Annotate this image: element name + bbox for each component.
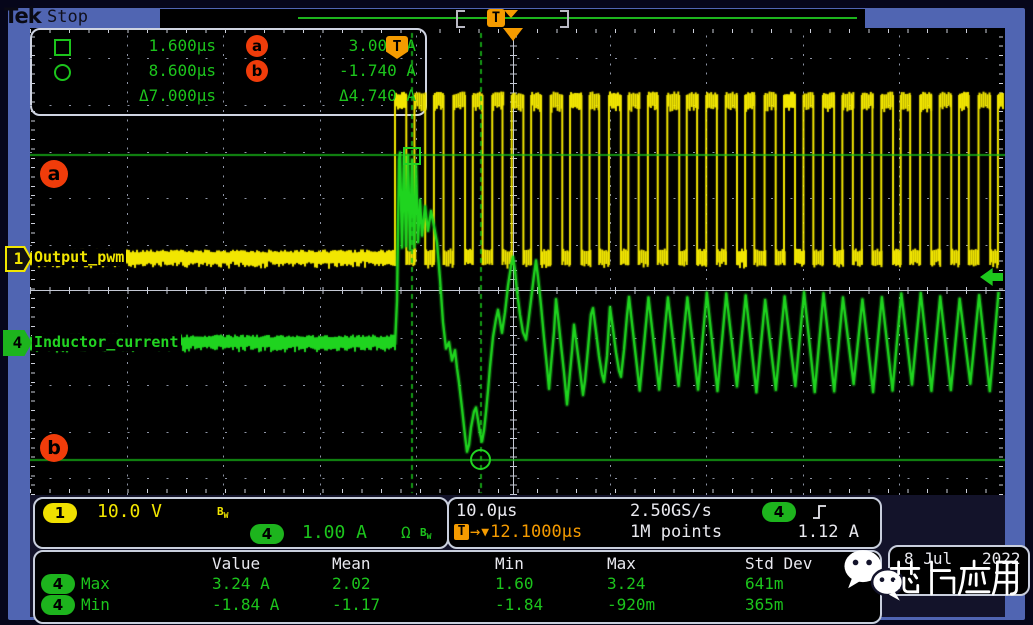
- ch1-scale-badge: 1: [43, 503, 77, 523]
- meas-value: 3.24 A: [212, 574, 279, 594]
- horizontal-trigger-readout-box: 10.0µs T → ▼ 12.1000µs 2.50GS/s 1M point…: [447, 497, 882, 549]
- meas-std: 365m: [745, 595, 812, 615]
- tek-logo: Tek: [4, 4, 41, 28]
- meas-min: 1.60: [495, 574, 543, 594]
- ch1-bw-limit-icon: BW: [217, 505, 228, 520]
- meas-min: -1.84: [495, 595, 543, 615]
- record-length: 1M points: [630, 522, 722, 542]
- cursor-ci-time: 8.600µs: [86, 61, 216, 80]
- ch1-scale: 10.0 V: [97, 501, 162, 522]
- oscilloscope-screen: Tek Stop T T a b: [0, 0, 1033, 625]
- cursor-b-badge: b: [40, 434, 68, 462]
- watermark-text-glyphs: [888, 558, 1024, 598]
- meas-name: Min: [81, 595, 110, 615]
- meas-max: 3.24: [607, 574, 655, 594]
- col-header-mean: Mean: [332, 554, 380, 574]
- timebase: 10.0µs: [456, 501, 517, 521]
- measurement-table: 4 Max 4 Min Value 3.24 A -1.84 A Mean 2.…: [33, 550, 882, 624]
- measurement-row-label: 4 Max: [41, 574, 110, 594]
- window-bracket-left: [456, 10, 465, 28]
- record-overview-waveform: [298, 17, 857, 19]
- vertical-readout-box: 1 10.0 V BW 4 1.00 A Ω BW: [33, 497, 449, 549]
- cursor-delta-value: Δ4.740 A: [264, 86, 416, 105]
- cursor-a-badge: a: [40, 160, 68, 188]
- bw-w: W: [224, 511, 229, 520]
- ch1-position-number: 1: [7, 248, 30, 270]
- delay-arrow-icon: →: [470, 522, 480, 542]
- ch4-waveform-label: Inductor_current: [32, 334, 181, 351]
- col-header-max: Max: [607, 554, 655, 574]
- meas-ch-badge: 4: [41, 574, 75, 594]
- ch1-waveform-label: Output_pwm: [32, 249, 126, 266]
- measurement-row-label: 4 Min: [41, 595, 110, 615]
- meas-mean: 2.02: [332, 574, 380, 594]
- meas-mean: -1.17: [332, 595, 380, 615]
- record-overview-strip: T: [160, 9, 865, 28]
- bw-b: B: [420, 526, 427, 539]
- delay-readout: T → ▼ 12.1000µs: [454, 522, 582, 542]
- ch4-bw-limit-icon: BW: [420, 526, 431, 541]
- trigger-position-icon: T: [487, 9, 505, 27]
- cursor-circle-marker-icon: [470, 449, 491, 470]
- meas-max: -920m: [607, 595, 655, 615]
- trigger-position-marker-icon: [503, 28, 523, 41]
- ch4-scale: 1.00 A: [302, 522, 367, 543]
- col-header-min: Min: [495, 554, 543, 574]
- square-cursor-icon: [54, 39, 71, 56]
- window-bracket-right: [560, 10, 569, 28]
- acquisition-status: Stop: [47, 7, 88, 27]
- delay-value: 12.1000µs: [490, 522, 582, 542]
- trigger-source-badge: 4: [762, 502, 796, 522]
- meas-std: 641m: [745, 574, 812, 594]
- cursor-delta-time: Δ7.000µs: [86, 86, 216, 105]
- trigger-slope-icon: [811, 503, 829, 521]
- ch4-scale-badge: 4: [250, 524, 284, 544]
- bw-w: W: [427, 532, 432, 541]
- trigger-level: 1.12 A: [759, 522, 859, 542]
- meas-name: Max: [81, 574, 110, 594]
- meas-value: -1.84 A: [212, 595, 279, 615]
- expansion-point-icon: [504, 10, 518, 18]
- ch4-impedance: Ω: [401, 523, 411, 542]
- bw-b: B: [217, 505, 224, 518]
- col-header-stddev: Std Dev: [745, 554, 812, 574]
- cursor-b-value: -1.740 A: [264, 61, 416, 80]
- col-header-value: Value: [212, 554, 279, 574]
- cursor-square-marker-icon: [403, 147, 421, 165]
- delay-t-icon: T: [454, 524, 469, 540]
- circle-cursor-icon: [54, 64, 71, 81]
- meas-ch-badge: 4: [41, 595, 75, 615]
- cursor-sq-time: 1.600µs: [86, 36, 216, 55]
- delay-tri-icon: ▼: [481, 525, 489, 540]
- measurement-label-col: 4 Max 4 Min: [41, 554, 110, 615]
- graticule: T a b Output_pwm Inductor_current 1.600µ…: [30, 28, 1005, 495]
- sample-rate: 2.50GS/s: [630, 501, 712, 521]
